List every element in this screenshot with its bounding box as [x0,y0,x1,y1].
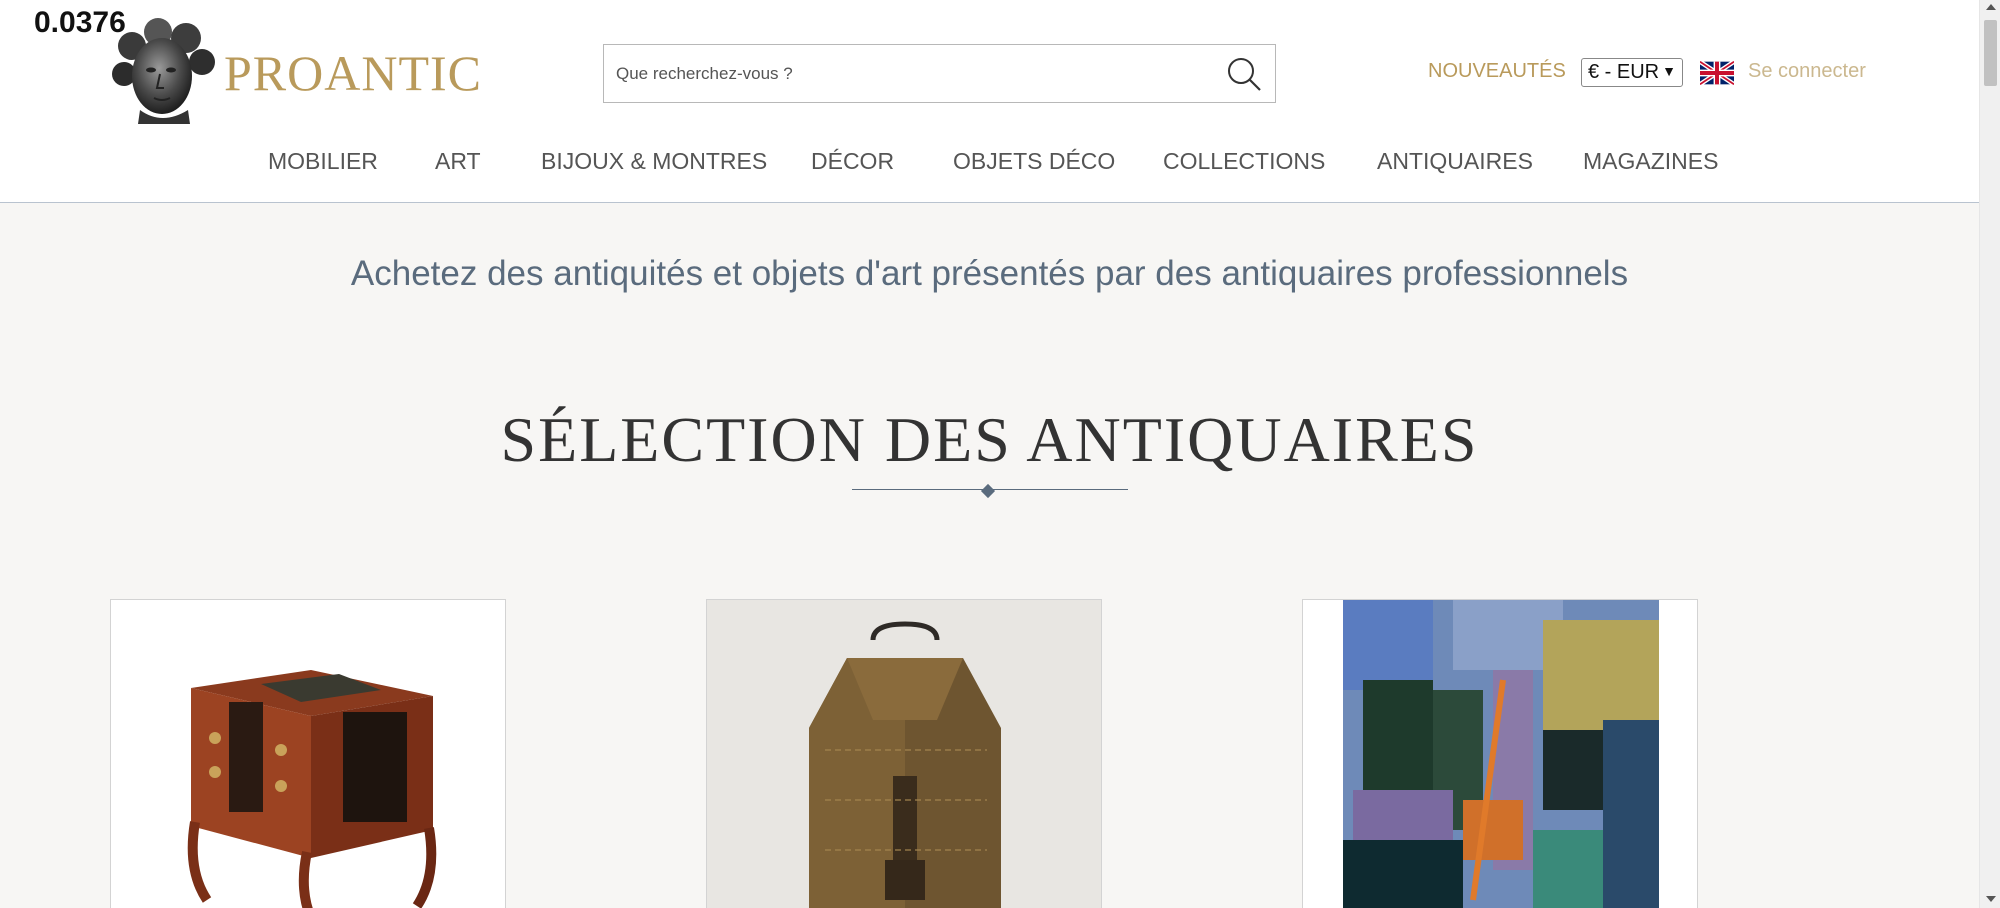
product-card-commode[interactable] [110,599,506,908]
search-icon[interactable] [1225,55,1263,93]
uk-flag-icon[interactable] [1700,61,1734,85]
nav-item-collections[interactable]: COLLECTIONS [1163,148,1325,175]
currency-select[interactable]: € - EUR ▼ [1581,58,1683,87]
nav-item-bijoux-montres[interactable]: BIJOUX & MONTRES [541,148,767,175]
section-title: SÉLECTION DES ANTIQUAIRES [500,404,1479,475]
product-image-painting [1303,600,1697,908]
search-bar [603,44,1276,103]
scroll-thumb[interactable] [1984,20,1997,86]
brand-name[interactable]: PROANTIC [224,44,482,102]
nav-item-decor[interactable]: DÉCOR [811,148,894,175]
tagline: Achetez des antiquités et objets d'art p… [350,254,1629,293]
currency-value: € - EUR [1588,61,1660,83]
scrollbar[interactable] [1979,0,2000,908]
product-image-commode [111,600,505,908]
logo-bust-icon[interactable] [110,18,218,124]
site-header: PROANTIC NOUVEAUTÉS € - EUR ▼ Se connect… [0,0,1979,203]
nav-item-art[interactable]: ART [435,148,481,175]
product-card-painting[interactable] [1302,599,1698,908]
nav-item-antiquaires[interactable]: ANTIQUAIRES [1377,148,1533,175]
scroll-up-icon[interactable] [1986,4,1996,10]
overlay-value: 0.0376 [34,6,126,39]
search-input[interactable] [616,45,1196,102]
scroll-down-icon[interactable] [1986,896,1996,902]
product-image-coffret [707,600,1101,908]
new-arrivals-link[interactable]: NOUVEAUTÉS [1428,60,1566,83]
nav-item-objets-deco[interactable]: OBJETS DÉCO [953,148,1115,175]
chevron-down-icon: ▼ [1662,63,1676,79]
title-diamond [980,483,996,499]
main-nav: MOBILIER ART BIJOUX & MONTRES DÉCOR OBJE… [0,148,1979,178]
nav-item-mobilier[interactable]: MOBILIER [268,148,378,175]
login-link[interactable]: Se connecter [1748,60,1866,83]
product-card-coffret[interactable] [706,599,1102,908]
nav-item-magazines[interactable]: MAGAZINES [1583,148,1718,175]
